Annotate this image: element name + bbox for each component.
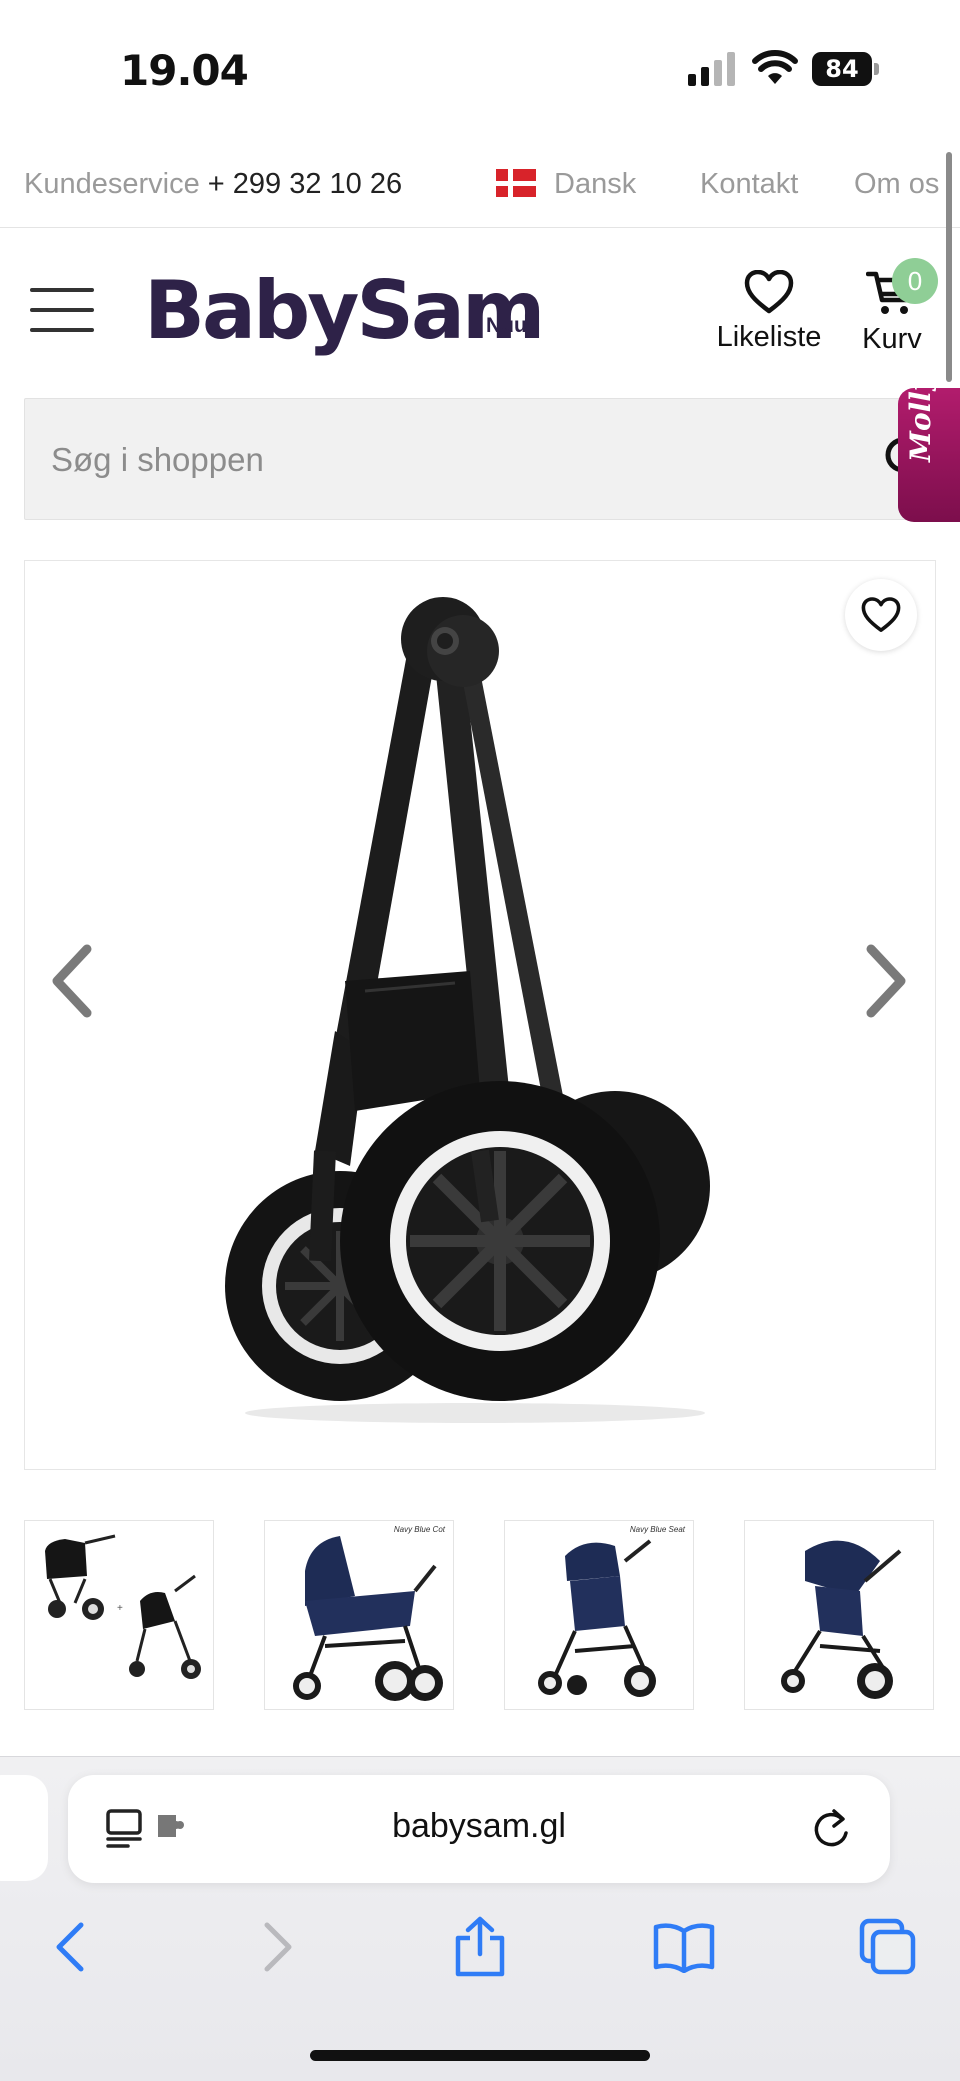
logo-location: Nuuk — [486, 314, 539, 337]
cart-button[interactable]: Kurv 0 — [852, 258, 938, 356]
previous-tab-preview[interactable] — [0, 1775, 48, 1881]
phone-link[interactable]: + 299 32 10 26 — [208, 168, 402, 200]
thumbnail-3[interactable]: Navy Blue Seat — [504, 1520, 694, 1710]
chevron-left-icon[interactable] — [47, 941, 97, 1026]
thumbnail-caption: Navy Blue Cot — [393, 1525, 445, 1534]
tabs-icon[interactable] — [848, 1907, 928, 1987]
favorite-button[interactable] — [845, 579, 917, 651]
share-icon[interactable] — [440, 1907, 520, 1987]
customer-service[interactable]: Kundeservice + 299 32 10 26 — [24, 168, 402, 201]
status-bar: 19.04 84 — [0, 0, 960, 140]
wifi-icon — [752, 50, 798, 91]
thumbnail-image — [293, 1536, 443, 1701]
battery-icon: 84 — [812, 52, 879, 86]
cart-count-badge: 0 — [892, 258, 938, 304]
thumbnail-1[interactable]: + — [24, 1520, 214, 1710]
site-header: BabySam Nuuk Likeliste Kurv 0 — [0, 228, 960, 388]
about-link[interactable]: Om os — [854, 168, 939, 201]
thumbnail-4[interactable] — [744, 1520, 934, 1710]
browser-chrome: babysam.gl — [0, 1756, 960, 2081]
wishlist-button[interactable]: Likeliste — [714, 269, 824, 354]
wishlist-label: Likeliste — [716, 321, 822, 353]
customer-service-label: Kundeservice — [24, 168, 200, 200]
chat-widget-label: Molly — [904, 374, 937, 462]
site-logo[interactable]: BabySam — [144, 264, 545, 357]
language-selector[interactable]: Dansk — [496, 168, 636, 201]
product-image-folded-stroller — [225, 597, 710, 1423]
back-icon[interactable] — [30, 1907, 110, 1987]
top-info-bar: Kundeservice + 299 32 10 26 Dansk Kontak… — [0, 148, 960, 228]
heart-icon — [861, 597, 901, 632]
danish-flag-icon — [496, 169, 536, 197]
search-bar — [24, 398, 936, 520]
address-bar[interactable]: babysam.gl — [68, 1775, 890, 1883]
battery-level: 84 — [812, 52, 872, 86]
cart-label: Kurv — [862, 323, 922, 355]
reload-icon[interactable] — [812, 1807, 852, 1856]
hamburger-menu-icon[interactable] — [30, 288, 94, 332]
bookmarks-icon[interactable] — [644, 1907, 724, 1987]
thumbnail-caption: Navy Blue Seat — [629, 1525, 685, 1534]
chevron-right-icon[interactable] — [861, 941, 911, 1026]
thumbnail-2[interactable]: Navy Blue Cot — [264, 1520, 454, 1710]
chat-widget-tab[interactable]: Molly — [898, 375, 960, 522]
svg-text:+: + — [117, 1603, 123, 1614]
thumbnail-image — [781, 1540, 902, 1699]
contact-link[interactable]: Kontakt — [700, 168, 798, 201]
heart-icon — [744, 269, 794, 314]
thumbnail-strip: + Navy Blue Cot Navy Blue Seat — [24, 1520, 936, 1710]
thumbnail-image — [538, 1539, 656, 1697]
signal-icon — [688, 52, 736, 91]
browser-toolbar — [0, 1907, 960, 1997]
home-indicator[interactable] — [310, 2050, 650, 2061]
search-input[interactable] — [51, 435, 831, 485]
status-time: 19.04 — [120, 46, 249, 95]
url-text: babysam.gl — [392, 1807, 566, 1845]
language-label: Dansk — [554, 168, 637, 200]
forward-icon[interactable] — [238, 1907, 318, 1987]
thumbnail-image: + — [45, 1534, 201, 1679]
product-image-gallery[interactable] — [24, 560, 936, 1470]
